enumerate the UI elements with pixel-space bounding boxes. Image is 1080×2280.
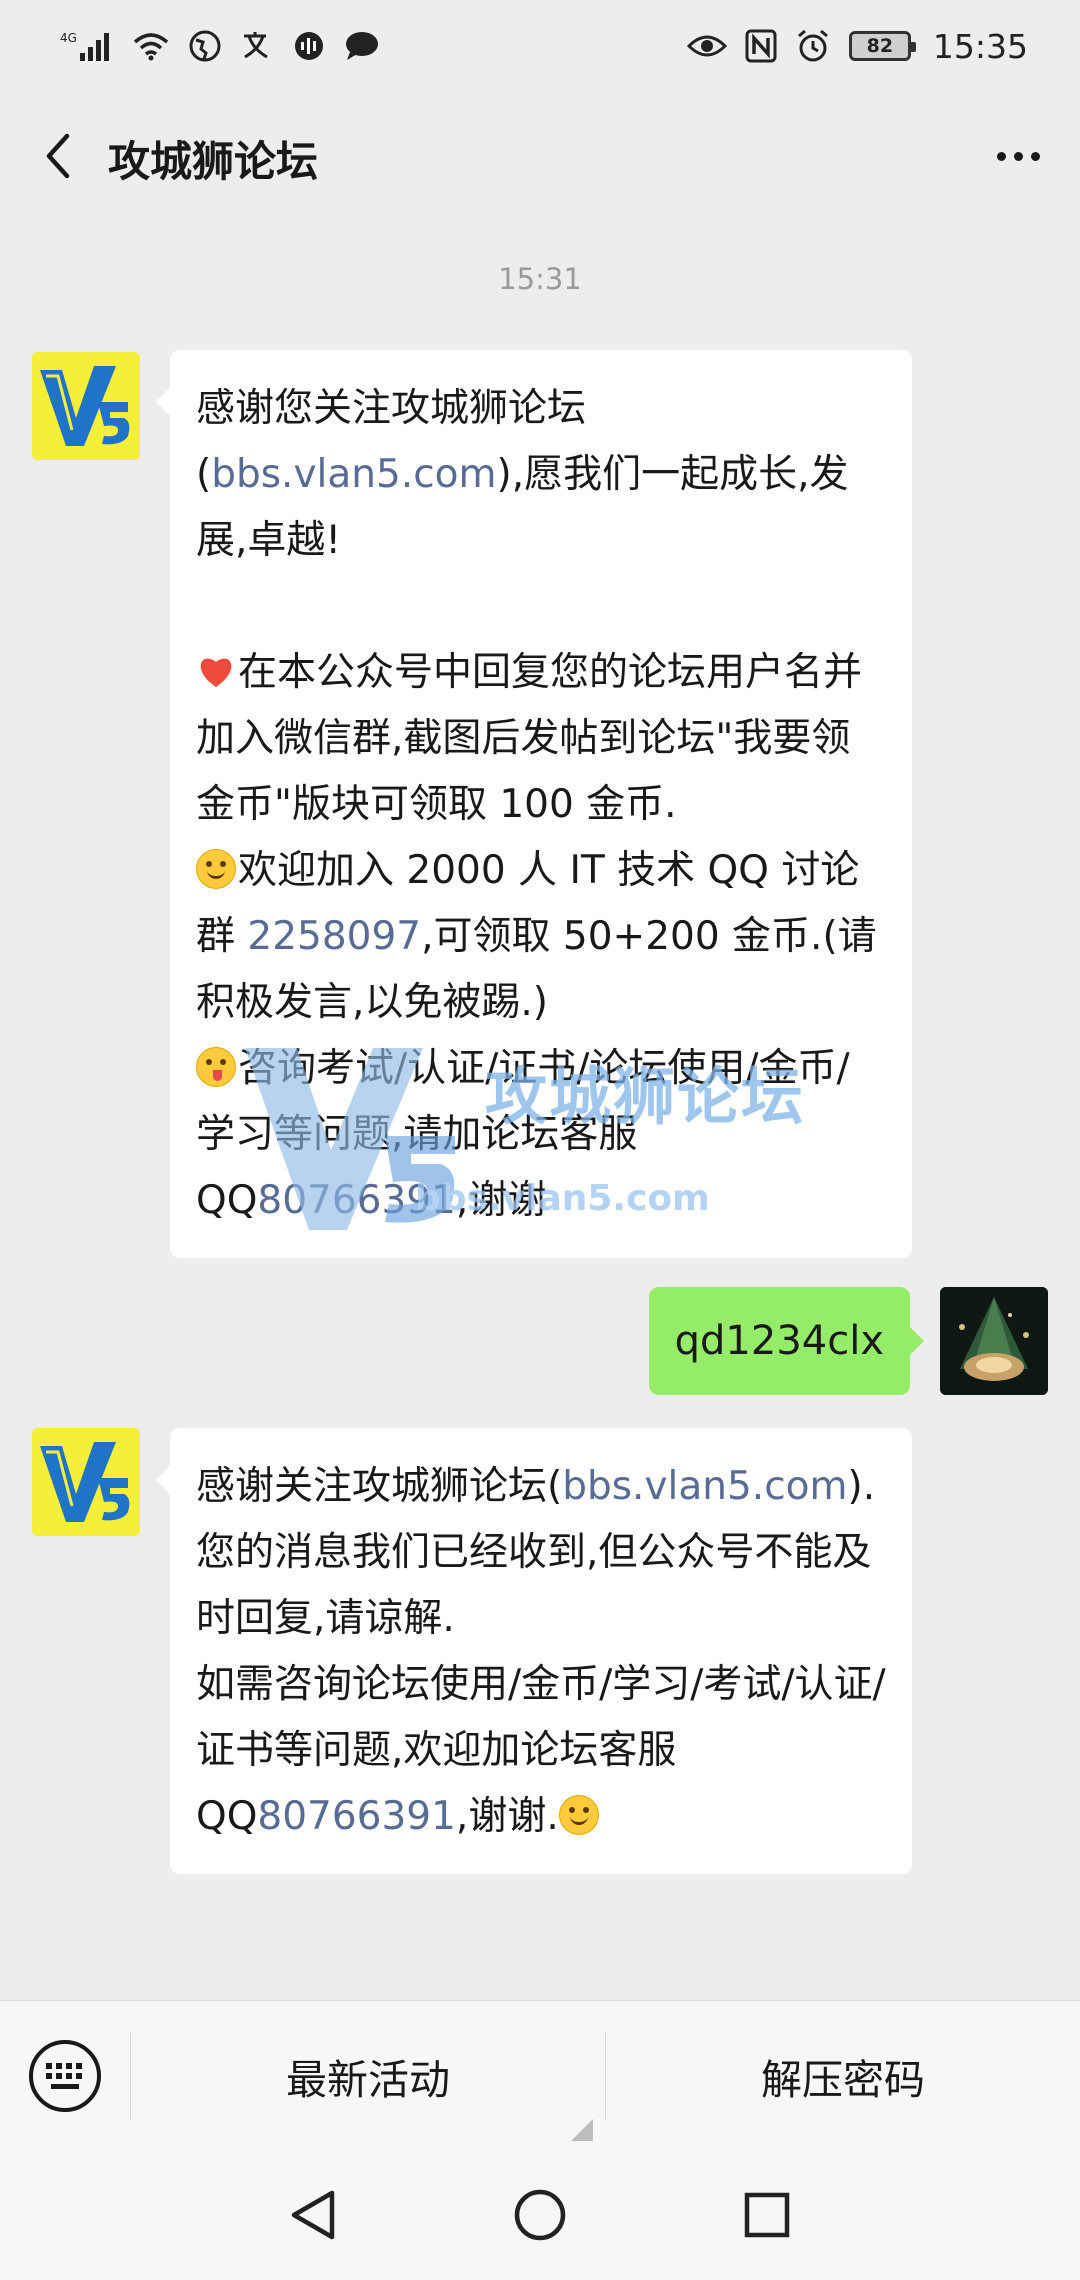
submenu-indicator-icon [571, 2118, 593, 2141]
system-recents-button[interactable] [722, 2170, 812, 2260]
message-text: ,谢谢. [455, 1794, 559, 1839]
keyboard-toggle-button[interactable] [0, 2001, 130, 2151]
circle-home-icon [514, 2189, 566, 2241]
bubble-tail [156, 1466, 170, 1494]
back-arrow-icon [46, 133, 70, 179]
official-account-avatar[interactable] [32, 1428, 140, 1536]
bubble-tail [910, 1327, 924, 1355]
incoming-message-bubble[interactable]: 感谢关注攻城狮论坛(bbs.vlan5.com). 您的消息我们已经收到,但公众… [156, 1428, 912, 1874]
message-text: 感谢关注攻城狮论坛( [196, 1464, 563, 1509]
user-avatar[interactable] [940, 1287, 1048, 1395]
menu-unzip-password[interactable]: 解压密码 [606, 2001, 1080, 2151]
qq-group-link[interactable]: 2258097 [247, 914, 421, 959]
more-options-button[interactable] [986, 136, 1050, 176]
official-account-menu: 最新活动 解压密码 [0, 2000, 1080, 2150]
menu-latest-activities[interactable]: 最新活动 [131, 2001, 605, 2151]
battery-indicator: 82 [848, 31, 916, 61]
back-button[interactable] [30, 128, 86, 184]
chat-header: 攻城狮论坛 [0, 100, 1080, 212]
message-paragraph: 感谢您关注攻城狮论坛(bbs.vlan5.com),愿我们一起成长,发展,卓越! [196, 376, 886, 574]
system-back-button[interactable] [268, 2170, 358, 2260]
alarm-icon [795, 28, 831, 64]
official-account-avatar[interactable] [32, 352, 140, 460]
wifi-icon [132, 31, 170, 61]
menu-label: 最新活动 [286, 2055, 450, 2104]
svg-text:4G: 4G [60, 31, 77, 45]
heart-emoji-icon [196, 646, 236, 687]
system-home-button[interactable] [495, 2170, 585, 2260]
browser-icon [188, 29, 222, 63]
status-time: 15:35 [932, 26, 1028, 66]
menu-label: 解压密码 [761, 2055, 925, 2104]
status-bar: 4G 82 15:35 [0, 0, 1080, 92]
qq-number-link[interactable]: 80766391 [257, 1178, 456, 1223]
system-navigation-bar [0, 2150, 1080, 2280]
audio-icon [292, 29, 326, 63]
status-right: 82 15:35 [686, 26, 1028, 66]
outgoing-message-bubble[interactable]: qd1234clx [648, 1287, 924, 1395]
bubble-tail [156, 388, 170, 416]
incoming-message-bubble[interactable]: 感谢您关注攻城狮论坛(bbs.vlan5.com),愿我们一起成长,发展,卓越!… [156, 350, 912, 1258]
forum-link[interactable]: bbs.vlan5.com [562, 1464, 847, 1509]
message-paragraph: 咨询考试/认证/证书/论坛使用/金币/学习等问题,请加论坛客服 QQ807663… [196, 1036, 886, 1234]
square-recents-icon [744, 2192, 789, 2238]
message-text: qd1234clx [674, 1318, 884, 1364]
message-text: 在本公众号中回复您的论坛用户名并加入微信群,截图后发帖到论坛"我要领金币"版块可… [196, 650, 863, 827]
triangle-back-icon [292, 2190, 335, 2240]
v5-logo-icon [32, 352, 140, 460]
message-text: ). [847, 1464, 876, 1509]
user-avatar-image-icon [940, 1287, 1048, 1395]
eye-icon [686, 32, 727, 60]
more-dot-icon [1013, 151, 1023, 161]
message-text: ,谢谢 [455, 1178, 547, 1223]
message-paragraph: 您的消息我们已经收到,但公众号不能及时回复,请谅解. [196, 1530, 872, 1641]
message-timestamp: 15:31 [498, 262, 582, 296]
smile-emoji-icon [558, 1795, 599, 1835]
signal-icon: 4G [58, 29, 114, 63]
more-dot-icon [1030, 151, 1040, 161]
more-dot-icon [996, 151, 1006, 161]
message-icon [344, 30, 380, 62]
nfc-icon [745, 29, 777, 63]
status-left: 4G [58, 29, 380, 63]
message-paragraph: 欢迎加入 2000 人 IT 技术 QQ 讨论群 2258097,可领取 50+… [196, 838, 886, 1036]
qq-number-link[interactable]: 80766391 [257, 1794, 456, 1839]
battery-level: 82 [866, 35, 894, 57]
tongue-emoji-icon [196, 1047, 236, 1087]
smile-emoji-icon [196, 849, 236, 889]
message-paragraph: 如需咨询论坛使用/金币/学习/考试/认证/证书等问题,欢迎加论坛客服 QQ807… [196, 1652, 886, 1850]
message-paragraph: 感谢关注攻城狮论坛(bbs.vlan5.com). [196, 1454, 886, 1520]
v5-logo-icon [32, 1428, 140, 1536]
chat-title: 攻城狮论坛 [108, 137, 319, 186]
translate-icon [240, 29, 274, 63]
forum-link[interactable]: bbs.vlan5.com [211, 452, 496, 497]
keyboard-icon [29, 2039, 101, 2112]
message-paragraph: 在本公众号中回复您的论坛用户名并加入微信群,截图后发帖到论坛"我要领金币"版块可… [196, 640, 886, 838]
